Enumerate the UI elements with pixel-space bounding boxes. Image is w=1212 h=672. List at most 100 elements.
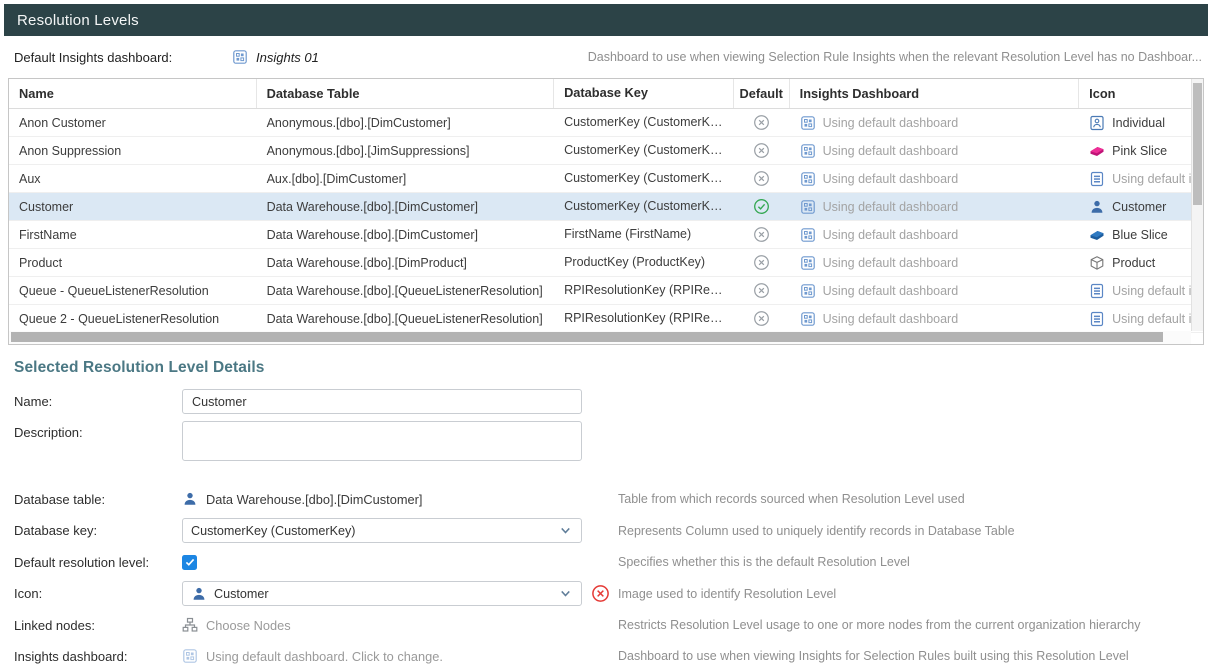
database-table-label: Database table:	[14, 492, 182, 507]
column-header-insights-dashboard[interactable]: Insights Dashboard	[790, 79, 1080, 108]
cell-default	[734, 114, 790, 131]
doc-icon	[1089, 283, 1105, 299]
insights-dashboard-button[interactable]: Using default dashboard. Click to change…	[182, 648, 443, 664]
cell-icon: Blue Slice	[1079, 227, 1191, 243]
table-row[interactable]: FirstNameData Warehouse.[dbo].[DimCustom…	[9, 221, 1203, 249]
table-row[interactable]: AuxAux.[dbo].[DimCustomer]CustomerKey (C…	[9, 165, 1203, 193]
description-input[interactable]	[182, 421, 582, 461]
cell-name: Queue - QueueListenerResolution	[9, 284, 257, 298]
cell-database-key: RPIResolutionKey (RPIResolutionKey)	[554, 277, 734, 304]
blue-slice-icon	[1089, 227, 1105, 243]
cell-name: Aux	[9, 172, 257, 186]
cell-database-table: Data Warehouse.[dbo].[DimProduct]	[257, 256, 554, 270]
dashboard-icon	[800, 283, 816, 299]
choose-nodes-button[interactable]: Choose Nodes	[182, 617, 291, 633]
default-dashboard-value[interactable]: Insights 01	[256, 50, 319, 65]
table-row[interactable]: ProductData Warehouse.[dbo].[DimProduct]…	[9, 249, 1203, 277]
default-yes-icon	[753, 198, 770, 215]
cell-icon: Product	[1079, 255, 1191, 271]
cell-insights-dashboard: Using default dashboard	[790, 143, 1080, 159]
dashboard-icon	[800, 143, 816, 159]
cell-database-key: CustomerKey (CustomerKey)	[554, 165, 734, 192]
column-header-icon[interactable]: Icon	[1079, 79, 1191, 108]
cell-icon: Using default icon	[1079, 171, 1191, 187]
resolution-levels-table: Name Database Table Database Key Default…	[8, 78, 1204, 345]
description-row: Description:	[14, 421, 1198, 461]
vertical-scrollbar-thumb[interactable]	[1193, 83, 1202, 205]
name-row: Name:	[14, 389, 1198, 414]
cell-default	[734, 282, 790, 299]
table-row[interactable]: Customer Data Warehouse.[dbo].[DimCustome…	[9, 193, 1203, 221]
default-no-icon	[753, 254, 770, 271]
chevron-down-icon	[558, 523, 573, 538]
person-icon	[1089, 199, 1105, 215]
vertical-scrollbar[interactable]	[1191, 79, 1203, 331]
name-label: Name:	[14, 394, 182, 409]
linked-nodes-label: Linked nodes:	[14, 618, 182, 633]
horizontal-scrollbar-thumb[interactable]	[11, 332, 1163, 342]
table-row[interactable]: Queue 2 - QueueListenerResolutionData Wa…	[9, 305, 1203, 333]
selected-resolution-details-section: Selected Resolution Level Details Name: …	[14, 359, 1198, 668]
panel-title-bar: Resolution Levels	[4, 4, 1208, 36]
description-label: Description:	[14, 421, 182, 440]
cell-default	[734, 198, 790, 215]
default-no-icon	[753, 142, 770, 159]
cell-name: Queue 2 - QueueListenerResolution	[9, 312, 257, 326]
icon-row: Icon: Customer Image used to identify Re…	[14, 581, 1198, 606]
cell-database-table: Data Warehouse.[dbo].[DimCustomer]	[257, 200, 554, 214]
default-resolution-hint: Specifies whether this is the default Re…	[618, 555, 910, 569]
remove-icon-button[interactable]	[591, 584, 610, 603]
cell-name: Anon Suppression	[9, 144, 257, 158]
cell-icon: Customer	[1079, 199, 1191, 215]
pink-slice-icon	[1089, 143, 1105, 159]
cell-database-table: Data Warehouse.[dbo].[QueueListenerResol…	[257, 284, 554, 298]
column-header-database-key[interactable]: Database Key	[554, 79, 734, 108]
horizontal-scrollbar[interactable]	[9, 331, 1191, 344]
dashboard-icon	[182, 648, 198, 664]
table-row[interactable]: Anon SuppressionAnonymous.[dbo].[JimSupp…	[9, 137, 1203, 165]
cell-database-key: CustomerKey (CustomerKey)	[554, 137, 734, 164]
name-input[interactable]	[182, 389, 582, 414]
insights-dashboard-hint: Dashboard to use when viewing Insights f…	[618, 649, 1129, 663]
cell-name: Product	[9, 256, 257, 270]
linked-nodes-row: Linked nodes: Choose Nodes Restricts Res…	[14, 613, 1198, 637]
default-no-icon	[753, 226, 770, 243]
check-icon	[184, 556, 196, 568]
cell-insights-dashboard: Using default dashboard	[790, 227, 1080, 243]
cell-icon: Individual	[1079, 115, 1191, 131]
doc-icon	[1089, 171, 1105, 187]
icon-select[interactable]: Customer	[182, 581, 582, 606]
icon-label: Icon:	[14, 586, 182, 601]
dashboard-icon	[232, 49, 248, 65]
table-row[interactable]: Queue - QueueListenerResolutionData Ware…	[9, 277, 1203, 305]
default-dashboard-row: Default Insights dashboard: Insights 01 …	[0, 36, 1212, 78]
default-no-icon	[753, 282, 770, 299]
details-heading: Selected Resolution Level Details	[14, 359, 1198, 377]
doc-icon	[1089, 311, 1105, 327]
column-header-name[interactable]: Name	[9, 79, 257, 108]
cell-insights-dashboard: Using default dashboard	[790, 115, 1080, 131]
cell-insights-dashboard: Using default dashboard	[790, 255, 1080, 271]
column-header-default[interactable]: Default	[734, 79, 790, 108]
hierarchy-nodes-icon	[182, 617, 198, 633]
database-table-value: Data Warehouse.[dbo].[DimCustomer]	[182, 491, 422, 507]
dashboard-icon	[800, 115, 816, 131]
database-key-select[interactable]: CustomerKey (CustomerKey)	[182, 518, 582, 543]
cell-insights-dashboard: Using default dashboard	[790, 171, 1080, 187]
default-no-icon	[753, 310, 770, 327]
cell-icon: Using default icon	[1079, 311, 1191, 327]
icon-hint: Image used to identify Resolution Level	[618, 587, 836, 601]
dashboard-icon	[800, 255, 816, 271]
cell-database-key: CustomerKey (CustomerKey)	[554, 193, 734, 220]
default-resolution-checkbox[interactable]	[182, 555, 197, 570]
box-icon	[1089, 255, 1105, 271]
column-header-database-table[interactable]: Database Table	[257, 79, 554, 108]
chevron-down-icon	[558, 586, 573, 601]
cell-default	[734, 170, 790, 187]
table-row[interactable]: Anon CustomerAnonymous.[dbo].[DimCustome…	[9, 109, 1203, 137]
cell-database-key: RPIResolutionKey (RPIResolutionKey)	[554, 305, 734, 332]
table-body: Anon CustomerAnonymous.[dbo].[DimCustome…	[9, 109, 1203, 333]
panel-title: Resolution Levels	[17, 12, 139, 29]
cell-default	[734, 310, 790, 327]
cell-database-table: Anonymous.[dbo].[DimCustomer]	[257, 116, 554, 130]
